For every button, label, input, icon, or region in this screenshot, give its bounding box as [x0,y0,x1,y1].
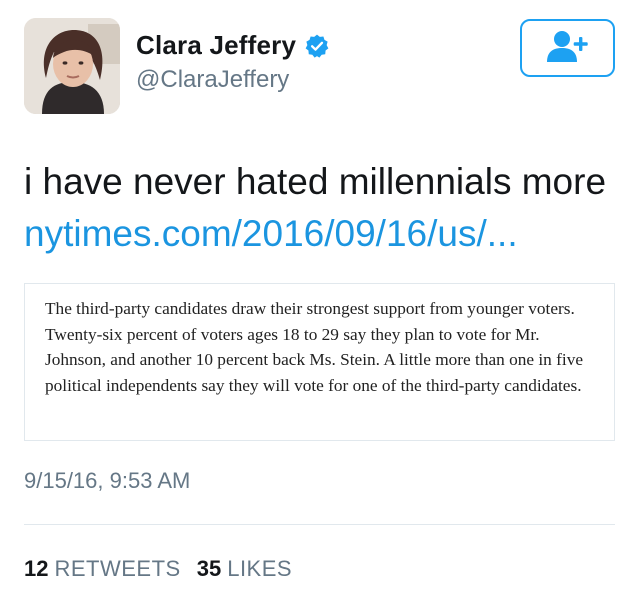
add-user-icon [544,29,592,68]
verified-badge-icon [304,33,330,59]
retweets-count[interactable]: 12 [24,556,48,582]
tweet-text: i have never hated millennials more [24,161,607,202]
quoted-excerpt: The third-party candidates draw their st… [24,283,615,441]
divider [24,524,615,525]
quoted-excerpt-text: The third-party candidates draw their st… [45,299,584,395]
user-handle[interactable]: @ClaraJeffery [136,66,289,94]
likes-label[interactable]: LIKES [227,556,292,582]
tweet-timestamp[interactable]: 9/15/16, 9:53 AM [24,468,190,494]
retweets-label[interactable]: RETWEETS [54,556,180,582]
user-name-row: Clara Jeffery [136,30,330,61]
tweet-link[interactable]: nytimes.com/2016/09/16/us/... [24,210,518,258]
tweet-stats: 12 RETWEETS 35 LIKES [24,556,308,582]
user-name[interactable]: Clara Jeffery [136,30,296,61]
follow-button[interactable] [520,19,615,77]
likes-count[interactable]: 35 [197,556,221,582]
avatar[interactable] [24,18,120,114]
